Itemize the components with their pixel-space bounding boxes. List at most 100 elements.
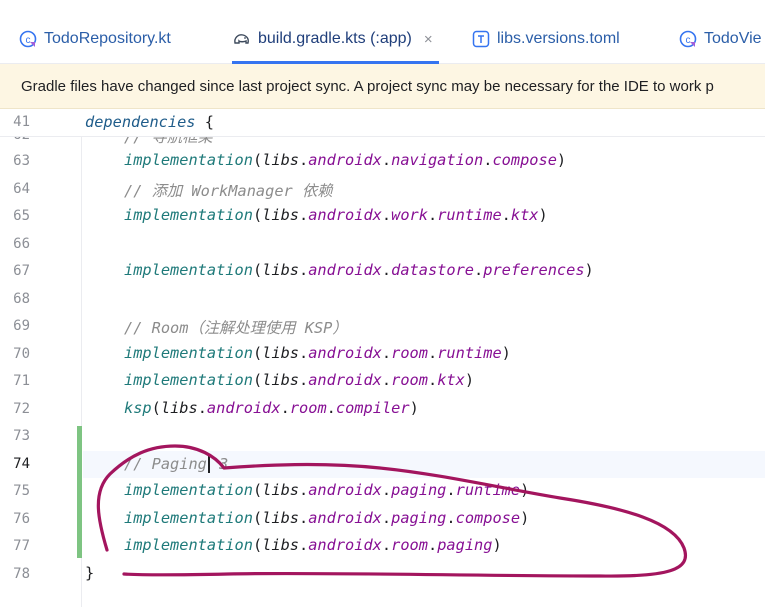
accessor-segment: compiler	[335, 398, 410, 417]
code-line: implementation(libs.androidx.room.ktx)	[124, 371, 475, 389]
accessor-segment: androidx	[308, 343, 382, 362]
line-number: 41	[13, 114, 30, 130]
function-call: ksp	[124, 398, 152, 417]
line-number: 73	[13, 428, 30, 444]
editor-tab-bar: c TodoRepository.kt build.gradle.kts (:a…	[0, 14, 765, 64]
line-number: 63	[13, 153, 30, 169]
code-line: ksp(libs.androidx.room.compiler)	[124, 398, 419, 417]
function-call: implementation	[124, 343, 253, 362]
dependencies-keyword: dependencies	[85, 113, 196, 131]
accessor-segment: libs	[262, 371, 299, 389]
comment: // Paging	[124, 454, 207, 473]
kotlin-class-icon: c	[678, 29, 698, 49]
function-call: implementation	[124, 371, 253, 389]
accessor-segment: paging	[391, 508, 447, 527]
tab-label: TodoVie	[704, 30, 762, 47]
svg-text:c: c	[26, 35, 31, 46]
accessor-segment: androidx	[308, 508, 382, 527]
line-number: 69	[13, 318, 30, 334]
accessor-segment: runtime	[437, 206, 502, 224]
line-number: 67	[13, 263, 30, 279]
notification-text: Gradle files have changed since last pro…	[21, 77, 714, 95]
function-call: implementation	[124, 151, 253, 169]
function-call: implementation	[124, 261, 253, 279]
comment: 3	[209, 454, 229, 473]
comment: // Room（注解处理使用 KSP）	[124, 319, 348, 337]
accessor-segment: datastore	[391, 261, 475, 279]
accessor-segment: libs	[160, 398, 198, 417]
accessor-segment: libs	[262, 206, 299, 224]
code-editor[interactable]: 62 // 导航框架 63implementation(libs.android…	[0, 109, 765, 607]
accessor-segment: room	[391, 536, 428, 554]
accessor-segment: work	[391, 206, 428, 224]
accessor-segment: androidx	[308, 536, 382, 554]
accessor-segment: androidx	[308, 481, 382, 499]
accessor-segment: libs	[262, 481, 299, 499]
accessor-segment: runtime	[437, 343, 502, 362]
function-call: implementation	[124, 481, 253, 499]
code-line: implementation(libs.androidx.paging.comp…	[124, 508, 530, 527]
function-call: implementation	[124, 508, 253, 527]
accessor-segment: paging	[437, 536, 493, 554]
accessor-segment: navigation	[391, 151, 484, 169]
tab-todo-repository[interactable]: c TodoRepository.kt	[18, 14, 171, 64]
close-brace: }	[85, 563, 95, 582]
function-call: implementation	[124, 206, 253, 224]
window-top-strip	[0, 0, 765, 14]
line-number: 74	[13, 455, 30, 472]
accessor-segment: runtime	[455, 481, 521, 499]
accessor-segment: androidx	[206, 398, 281, 417]
line-number: 76	[13, 510, 30, 527]
code-line: }	[85, 564, 94, 582]
line-number: 78	[13, 565, 30, 582]
vcs-added-lines-marker[interactable]	[77, 426, 82, 558]
tab-label: libs.versions.toml	[497, 30, 620, 47]
line-number: 77	[13, 538, 30, 554]
kotlin-class-icon: c	[18, 29, 38, 49]
accessor-segment: androidx	[308, 206, 382, 224]
accessor-segment: libs	[262, 343, 299, 362]
accessor-segment: ktx	[510, 206, 539, 224]
line-number: 70	[13, 345, 30, 362]
line-number: 72	[13, 400, 30, 417]
function-call: implementation	[124, 536, 253, 554]
line-number: 65	[13, 208, 30, 224]
code-line: // 添加 WorkManager 依赖	[124, 179, 333, 201]
code-line: implementation(libs.androidx.work.runtim…	[124, 206, 548, 224]
sticky-scope-header[interactable]: 41 dependencies {	[0, 109, 765, 137]
accessor-segment: room	[391, 371, 428, 389]
svg-text:c: c	[686, 35, 691, 46]
accessor-segment: preferences	[483, 261, 585, 279]
accessor-segment: room	[289, 398, 327, 417]
close-icon[interactable]: ×	[424, 31, 433, 48]
tab-libs-versions[interactable]: libs.versions.toml	[471, 14, 620, 64]
tab-label: TodoRepository.kt	[44, 30, 171, 47]
sticky-code-line: dependencies {	[85, 113, 214, 131]
gradle-sync-notification: Gradle files have changed since last pro…	[0, 64, 765, 109]
accessor-segment: libs	[262, 536, 299, 554]
accessor-segment: androidx	[308, 151, 382, 169]
code-line: // Room（注解处理使用 KSP）	[124, 316, 348, 338]
line-number: 66	[13, 235, 30, 252]
line-number: 64	[13, 180, 30, 197]
tab-todo-view[interactable]: c TodoVie	[678, 14, 762, 64]
code-line: implementation(libs.androidx.datastore.p…	[124, 261, 594, 279]
accessor-segment: libs	[262, 261, 299, 279]
accessor-segment: libs	[262, 508, 299, 527]
accessor-segment: compose	[492, 151, 557, 169]
code-line: implementation(libs.androidx.room.runtim…	[124, 343, 511, 362]
line-number: 71	[13, 373, 30, 389]
code-line: implementation(libs.androidx.paging.runt…	[124, 481, 530, 499]
tab-build-gradle[interactable]: build.gradle.kts (:app) ×	[232, 14, 439, 64]
accessor-segment: libs	[262, 151, 299, 169]
toml-file-icon	[471, 29, 491, 49]
code-line: implementation(libs.androidx.room.paging…	[124, 536, 502, 554]
line-number: 68	[13, 290, 30, 307]
comment: // 添加 WorkManager 依赖	[124, 181, 333, 200]
accessor-segment: androidx	[308, 261, 382, 279]
tab-label: build.gradle.kts (:app)	[258, 30, 412, 47]
accessor-segment: paging	[391, 481, 447, 499]
accessor-segment: ktx	[437, 371, 465, 389]
accessor-segment: room	[391, 343, 428, 362]
line-number: 75	[13, 483, 30, 499]
